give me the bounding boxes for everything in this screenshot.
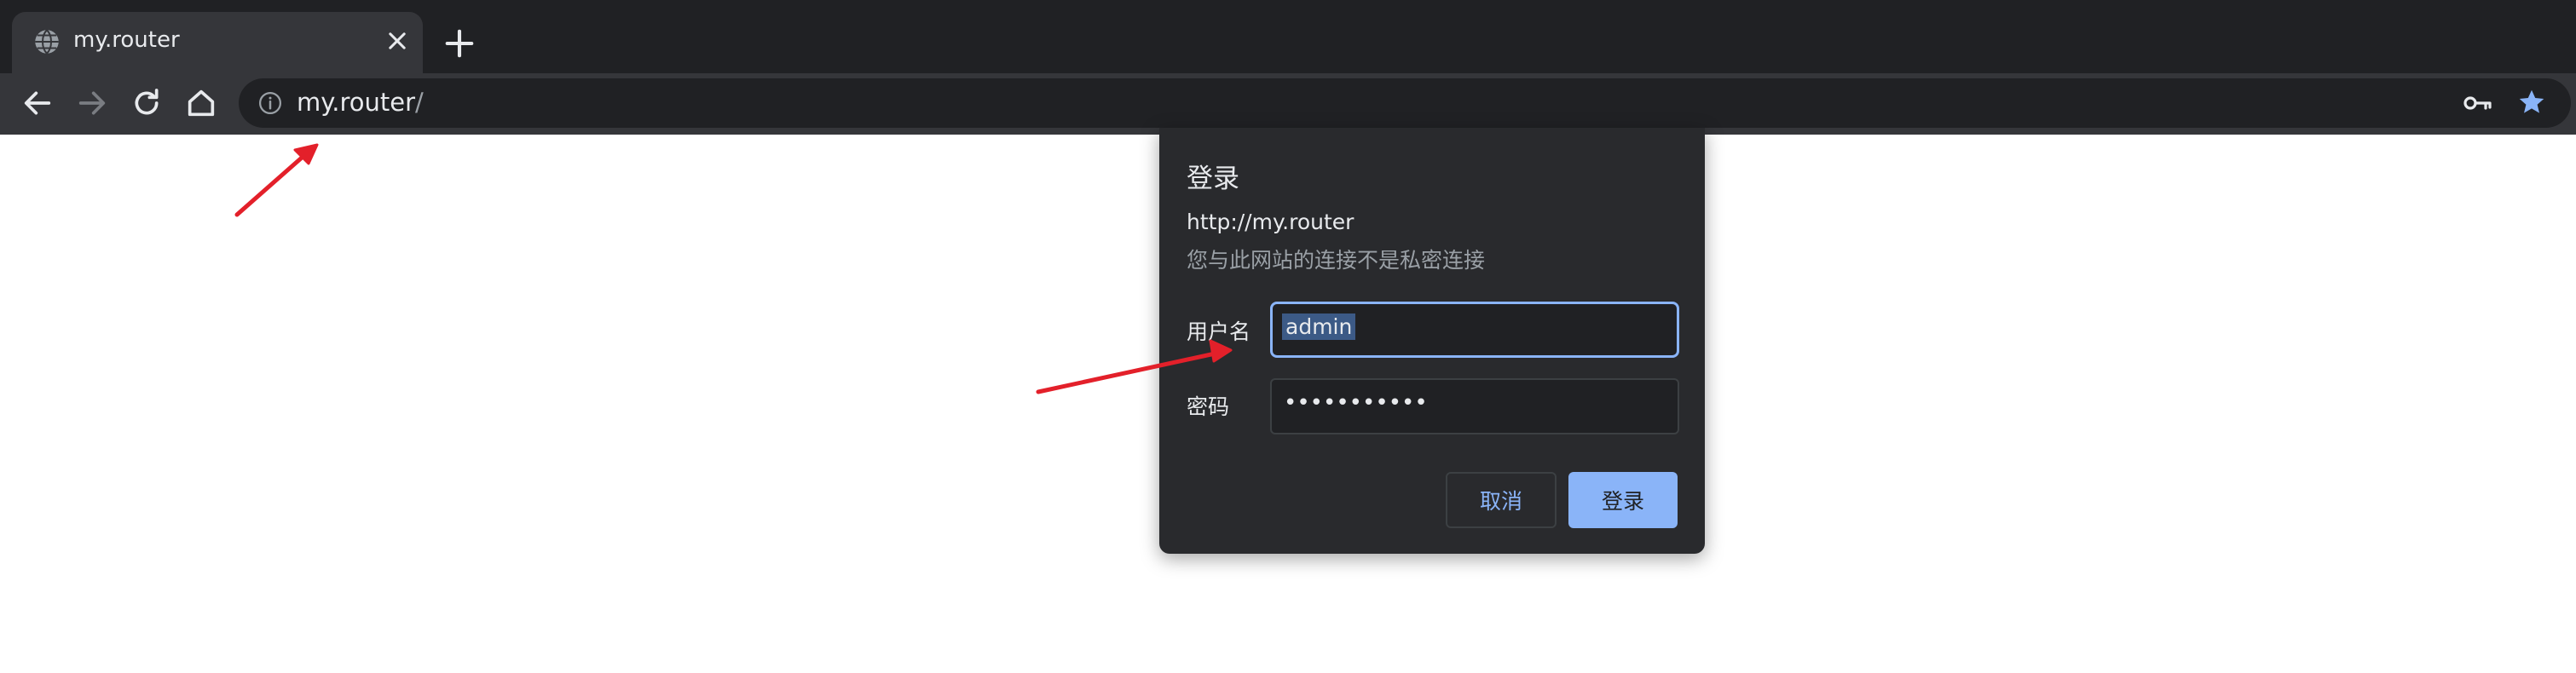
info-icon[interactable] bbox=[257, 90, 283, 116]
tab-title: my.router bbox=[73, 27, 180, 53]
globe-icon bbox=[35, 29, 59, 55]
username-value[interactable]: admin bbox=[1282, 313, 1356, 340]
star-icon[interactable] bbox=[2516, 87, 2547, 118]
forward-icon[interactable] bbox=[75, 86, 109, 120]
cancel-button[interactable]: 取消 bbox=[1446, 472, 1557, 528]
login-button[interactable]: 登录 bbox=[1568, 472, 1678, 528]
new-tab-icon[interactable] bbox=[443, 27, 476, 60]
home-icon[interactable] bbox=[184, 86, 218, 120]
dialog-title: 登录 bbox=[1187, 164, 1239, 194]
reload-icon[interactable] bbox=[130, 86, 164, 120]
url-host: my.router bbox=[297, 88, 416, 117]
connection-warning: 您与此网站的连接不是私密连接 bbox=[1187, 248, 1486, 273]
address-bar[interactable] bbox=[239, 78, 2571, 128]
address-url[interactable]: my.router/ bbox=[297, 88, 424, 117]
back-icon[interactable] bbox=[20, 86, 55, 120]
url-path: / bbox=[415, 88, 424, 117]
username-label: 用户名 bbox=[1187, 319, 1251, 344]
password-label: 密码 bbox=[1187, 394, 1230, 419]
key-icon[interactable] bbox=[2463, 92, 2492, 114]
password-value[interactable]: ••••••••••• bbox=[1284, 390, 1428, 416]
close-icon[interactable] bbox=[385, 29, 409, 53]
dialog-url: http://my.router bbox=[1187, 210, 1354, 234]
